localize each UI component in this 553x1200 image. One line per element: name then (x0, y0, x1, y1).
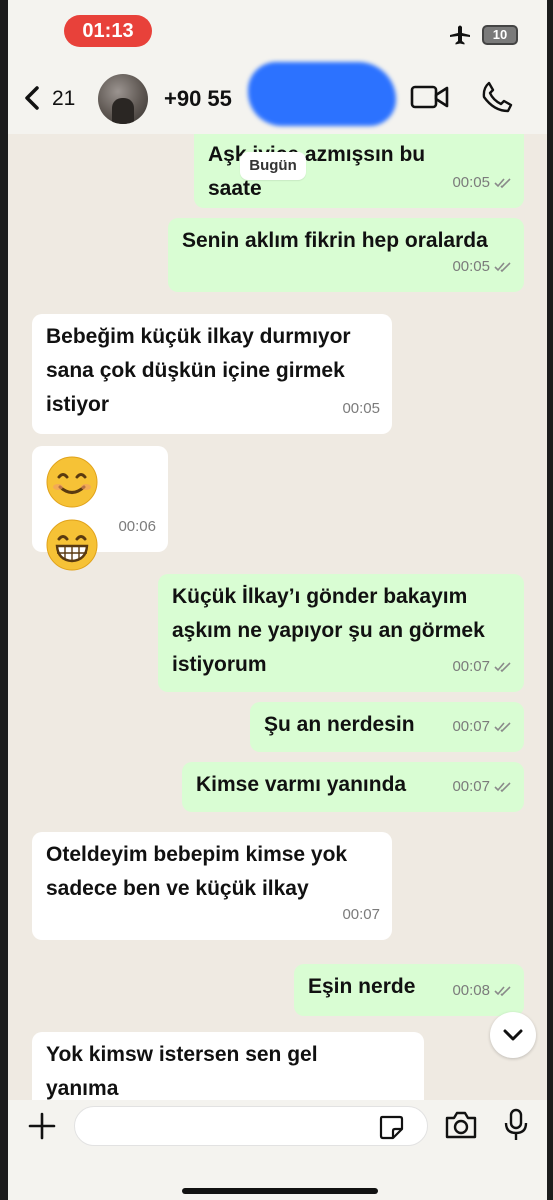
double-check-icon (494, 662, 511, 673)
redaction-scribble (248, 62, 396, 126)
home-indicator[interactable] (182, 1188, 378, 1194)
message-input[interactable] (74, 1106, 428, 1146)
video-call-icon[interactable] (410, 82, 450, 112)
message-time: 00:06 (118, 518, 156, 535)
message-meta: 00:05 (342, 392, 380, 426)
right-frame-edge (547, 0, 553, 1200)
message-time: 00:07 (452, 718, 490, 735)
message-bubble-outgoing[interactable]: Küçük İlkay’ı gönder bakayım aşkım ne ya… (158, 574, 524, 692)
chevron-down-icon (503, 1029, 523, 1041)
message-meta: 00:07 (452, 770, 512, 804)
double-check-icon (494, 722, 511, 733)
message-meta: 00:07 (452, 710, 512, 744)
composer-bar (8, 1100, 547, 1200)
message-meta: 00:06 (118, 510, 156, 544)
grinning-face-icon (46, 519, 98, 571)
message-bubble-outgoing[interactable]: Senin aklım fikrin hep oralarda 00:05 (168, 218, 524, 292)
message-time: 00:05 (452, 258, 490, 275)
message-time: 00:07 (452, 778, 490, 795)
date-separator: Bugün (240, 152, 306, 180)
message-meta: 00:05 (452, 166, 512, 200)
message-bubble-outgoing[interactable]: Eşin nerde 00:08 (294, 964, 524, 1016)
microphone-icon[interactable] (504, 1108, 528, 1142)
scroll-to-bottom-button[interactable] (490, 1012, 536, 1058)
message-time: 00:05 (452, 174, 490, 191)
message-meta: 00:05 (452, 250, 512, 284)
status-bar: 01:13 10 (8, 0, 547, 62)
message-time: 00:08 (452, 982, 490, 999)
smiling-face-icon (46, 456, 98, 508)
message-time: 00:05 (342, 400, 380, 417)
message-bubble-outgoing[interactable]: Şu an nerdesin 00:07 (250, 702, 524, 752)
camera-icon[interactable] (444, 1110, 478, 1140)
double-check-icon (494, 178, 511, 189)
message-bubble-incoming[interactable]: 00:06 (32, 446, 168, 571)
status-time: 01:13 (64, 15, 152, 47)
chat-area[interactable]: Aşk iyice azmışsın bu saate 00:05 Bugün … (8, 134, 547, 1100)
plus-icon[interactable] (28, 1112, 56, 1140)
avatar[interactable] (98, 74, 148, 124)
sticker-icon[interactable] (378, 1114, 404, 1140)
message-meta: 00:07 (452, 650, 512, 684)
left-frame-edge (0, 0, 8, 1200)
message-bubble-outgoing[interactable]: Kimse varmı yanında 00:07 (182, 762, 524, 812)
chevron-left-icon[interactable] (22, 86, 42, 110)
message-text: Oteldeyim bebepim kimse yok sadece ben v… (46, 843, 348, 900)
chat-header: 21 +90 55 (8, 62, 547, 134)
double-check-icon (494, 262, 511, 273)
airplane-mode-icon (450, 25, 470, 45)
message-bubble-incoming[interactable]: Bebeğim küçük ilkay durmıyor sana çok dü… (32, 314, 392, 434)
battery-icon: 10 (482, 25, 518, 45)
double-check-icon (494, 986, 511, 997)
message-bubble-incoming[interactable]: Yok kimsw istersen sen gel yanıma (32, 1032, 424, 1100)
message-text: Bebeğim küçük ilkay durmıyor sana çok dü… (46, 325, 351, 416)
contact-number[interactable]: +90 55 (164, 86, 232, 112)
message-meta: 00:08 (452, 974, 512, 1008)
message-text: Yok kimsw istersen sen gel yanıma (46, 1043, 318, 1100)
unread-count[interactable]: 21 (52, 87, 75, 111)
message-time: 00:07 (342, 906, 380, 923)
message-meta: 00:07 (342, 898, 380, 932)
phone-call-icon[interactable] (480, 80, 514, 114)
message-bubble-incoming[interactable]: Oteldeyim bebepim kimse yok sadece ben v… (32, 832, 392, 940)
double-check-icon (494, 782, 511, 793)
message-time: 00:07 (452, 658, 490, 675)
